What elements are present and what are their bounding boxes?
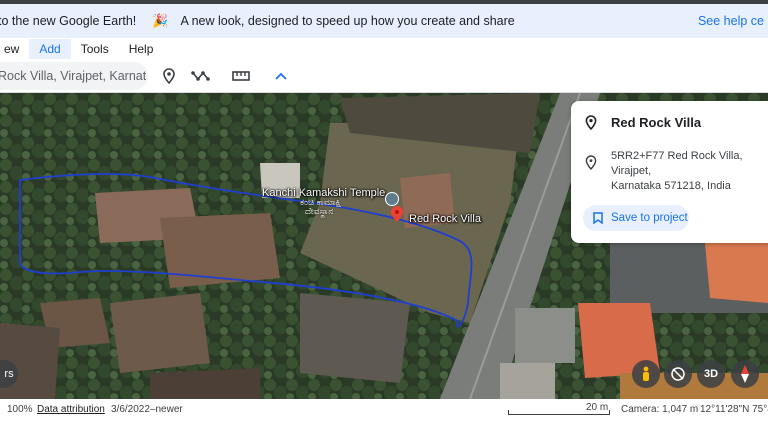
- save-to-project-label: Save to project: [611, 212, 688, 224]
- compass-button[interactable]: [731, 360, 759, 388]
- banner-message: A new look, designed to speed up how you…: [180, 14, 515, 28]
- banner-title: to the new Google Earth!: [0, 14, 137, 28]
- place-pin-icon[interactable]: [158, 65, 180, 87]
- menu-add[interactable]: Add: [29, 39, 71, 59]
- menu-tools[interactable]: Tools: [71, 39, 119, 59]
- search-input[interactable]: [0, 62, 148, 90]
- menu-view[interactable]: ew: [0, 39, 29, 59]
- see-help-link[interactable]: See help ce: [698, 14, 768, 28]
- pegman-button[interactable]: [632, 360, 660, 388]
- party-popper-icon: 🎉: [152, 13, 169, 28]
- temple-pin-icon[interactable]: [385, 192, 399, 206]
- address-line-1: 5RR2+F77 Red Rock Villa, Virajpet,: [611, 150, 743, 177]
- announcement-banner: to the new Google Earth! 🎉 A new look, d…: [0, 4, 768, 38]
- view-3d-label: 3D: [703, 368, 719, 380]
- toolbar: [0, 60, 768, 93]
- bookmark-icon: [593, 212, 603, 224]
- scale-label: 20 m: [586, 402, 609, 413]
- compass-needle-icon: [741, 365, 749, 383]
- zoom-level: 100%: [7, 404, 33, 415]
- layers-button-label: rs: [4, 368, 14, 380]
- temple-sublabel-2: ದೇವಸ್ಥಾನ: [305, 206, 334, 216]
- menu-help[interactable]: Help: [119, 39, 164, 59]
- place-label[interactable]: Red Rock Villa: [409, 213, 481, 225]
- place-address: 5RR2+F77 Red Rock Villa, Virajpet, Karna…: [611, 149, 768, 194]
- view-3d-button[interactable]: 3D: [697, 360, 725, 388]
- address-pin-icon: [585, 155, 597, 175]
- address-line-2: Karnataka 571218, India: [611, 180, 731, 192]
- ruler-icon[interactable]: [230, 65, 252, 87]
- place-marker-icon[interactable]: [391, 206, 403, 227]
- coordinates: 12°11'28"N 75°48: [700, 404, 768, 415]
- status-bar: 100% Data attribution 3/6/2022–newer 20 …: [0, 399, 768, 421]
- path-icon[interactable]: [190, 65, 212, 87]
- place-card: Red Rock Villa 5RR2+F77 Red Rock Villa, …: [571, 101, 768, 243]
- imagery-date: 3/6/2022–newer: [111, 404, 183, 415]
- pegman-icon: [643, 366, 649, 381]
- place-pin-icon: [585, 115, 597, 135]
- rotate-view-button[interactable]: [664, 360, 692, 388]
- save-to-project-button[interactable]: Save to project: [583, 205, 689, 231]
- chevron-up-icon[interactable]: [270, 65, 292, 87]
- compass-rotate-icon: [671, 367, 685, 381]
- menu-bar: ew Add Tools Help: [0, 38, 768, 60]
- place-name: Red Rock Villa: [611, 115, 702, 130]
- camera-altitude: Camera: 1,047 m: [621, 404, 699, 415]
- data-attribution-link[interactable]: Data attribution: [37, 404, 105, 415]
